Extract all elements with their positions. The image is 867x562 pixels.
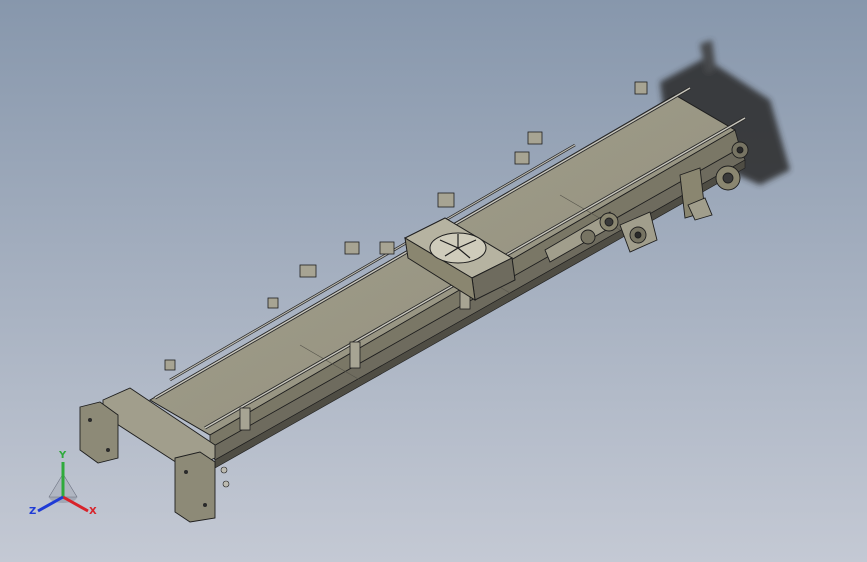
side-frame-rail [209,147,746,469]
axis-y-label: Y [59,450,67,461]
conveyor-assembly-model[interactable] [0,0,867,562]
cad-viewport[interactable]: Y X Z [0,0,867,562]
axis-z-label: Z [29,506,37,517]
axis-triad [37,462,89,513]
axis-x-label: X [89,506,97,517]
